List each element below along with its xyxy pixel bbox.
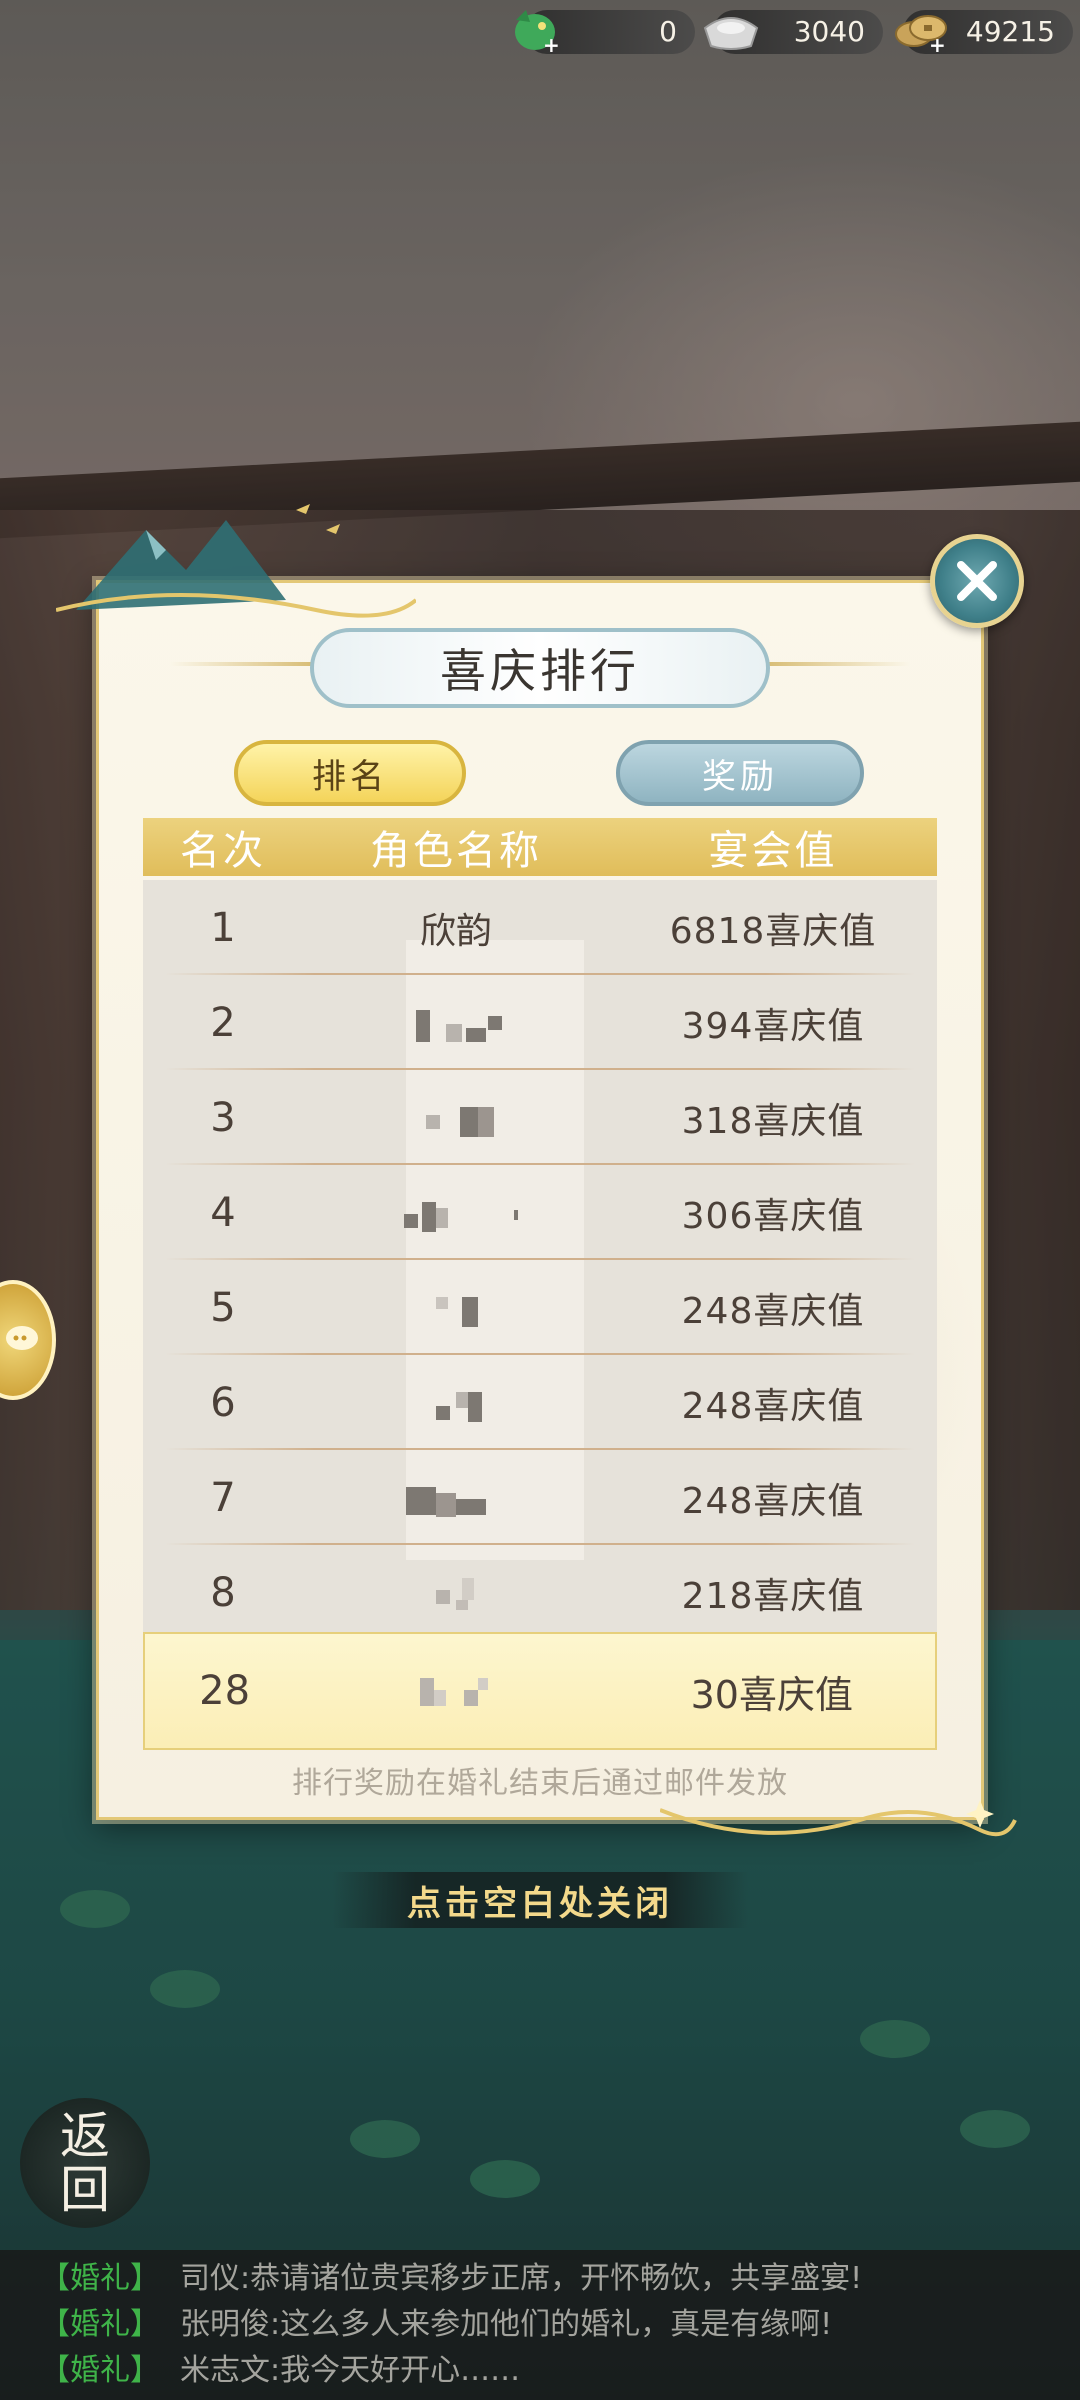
row-festive-value: 248喜庆值: [681, 1480, 865, 1522]
table-row[interactable]: 6 248喜庆值: [143, 1355, 937, 1450]
row-player-name-redacted: [303, 1070, 609, 1165]
close-icon: [957, 561, 997, 601]
chat-message: 【婚礼】 米志文:我今天好开心……: [40, 2348, 1080, 2394]
title-ornament-left: [170, 662, 320, 666]
chat-speaker: 米志文:: [180, 2353, 281, 2388]
resource-silver-value: 3040: [793, 15, 865, 48]
row-player-name-redacted: [303, 1450, 609, 1545]
row-player-name-redacted: [303, 1545, 609, 1632]
panel-title: 喜庆排行: [310, 628, 770, 708]
row-player-name-redacted: [303, 1165, 609, 1260]
my-rank: 28: [199, 1668, 251, 1714]
table-row[interactable]: 5 248喜庆值: [143, 1260, 937, 1355]
chat-speaker: 司仪:: [180, 2261, 251, 2296]
tab-ranking[interactable]: 排名: [234, 740, 466, 806]
ranking-list[interactable]: 1 欣韵 6818喜庆值 2 394喜庆值 3 318喜庆值 4 306喜庆值 …: [143, 880, 937, 1632]
row-festive-value: 248喜庆值: [681, 1385, 865, 1427]
cloud-ornament-icon: [660, 1800, 1017, 1837]
table-row[interactable]: 2 394喜庆值: [143, 975, 937, 1070]
table-row[interactable]: 8 218喜庆值: [143, 1545, 937, 1632]
row-festive-value: 218喜庆值: [681, 1575, 865, 1617]
add-icon: +: [929, 33, 946, 57]
table-row[interactable]: 4 306喜庆值: [143, 1165, 937, 1260]
back-label-line2: 回: [60, 2161, 110, 2219]
chat-text: 恭请诸位贵宾移步正席，开怀畅饮，共享盛宴!: [250, 2261, 863, 2296]
ranking-table-header: 名次 角色名称 宴会值: [143, 818, 937, 876]
row-player-name: 欣韵: [419, 910, 492, 952]
column-header-name: 角色名称: [370, 828, 542, 874]
chat-log[interactable]: 【婚礼】 司仪:恭请诸位贵宾移步正席，开怀畅饮，共享盛宴! 【婚礼】 张明俊:这么多…: [0, 2250, 1080, 2400]
my-festive-value: 30喜庆值: [690, 1672, 853, 1717]
row-player-name-redacted: [303, 975, 609, 1070]
row-rank: 2: [210, 999, 236, 1046]
row-rank: 1: [210, 904, 236, 951]
resource-bar: 0 + 3040 49215 +: [505, 6, 1080, 56]
row-rank: 8: [210, 1569, 236, 1616]
dragon-icon: +: [505, 6, 565, 58]
row-player-name-redacted: [303, 1355, 609, 1450]
add-icon: +: [543, 33, 560, 57]
chat-speaker: 张明俊:: [180, 2307, 281, 2342]
column-header-value: 宴会值: [708, 828, 838, 874]
silver-ingot-icon: [701, 6, 761, 58]
chat-text: 我今天好开心……: [280, 2353, 521, 2388]
mountain-ornament-icon: [56, 504, 416, 618]
back-button[interactable]: 返 回: [20, 2098, 150, 2228]
chat-message: 【婚礼】 司仪:恭请诸位贵宾移步正席，开怀畅饮，共享盛宴!: [40, 2256, 1080, 2302]
row-festive-value: 394喜庆值: [681, 1005, 865, 1047]
tab-rewards[interactable]: 奖励: [616, 740, 864, 806]
table-row[interactable]: 7 248喜庆值: [143, 1450, 937, 1545]
resource-dragon-value: 0: [659, 15, 677, 48]
row-rank: 6: [210, 1379, 236, 1426]
chat-channel-tag: 【婚礼】: [40, 2307, 160, 2342]
close-button[interactable]: [930, 534, 1024, 628]
my-player-name-redacted: [304, 1666, 608, 1716]
table-row[interactable]: 3 318喜庆值: [143, 1070, 937, 1165]
row-rank: 7: [210, 1474, 236, 1521]
speech-bubble-icon: [6, 1326, 38, 1350]
chat-channel-tag: 【婚礼】: [40, 2261, 160, 2296]
chat-message: 【婚礼】 张明俊:这么多人来参加他们的婚礼，真是有缘啊!: [40, 2302, 1080, 2348]
column-header-rank: 名次: [180, 828, 266, 874]
back-label-line1: 返: [60, 2107, 110, 2165]
row-festive-value: 248喜庆值: [681, 1290, 865, 1332]
table-row[interactable]: 1 欣韵 6818喜庆值: [143, 880, 937, 975]
title-ornament-right: [760, 662, 910, 666]
row-rank: 3: [210, 1094, 236, 1141]
copper-coins-icon: +: [891, 6, 951, 58]
tap-to-close-hint[interactable]: 点击空白处关闭: [332, 1872, 748, 1928]
row-player-name-redacted: [303, 1260, 609, 1355]
resource-copper-value: 49215: [965, 15, 1055, 48]
row-rank: 4: [210, 1189, 236, 1236]
chat-channel-tag: 【婚礼】: [40, 2353, 160, 2388]
row-festive-value: 306喜庆值: [681, 1195, 865, 1237]
row-festive-value: 318喜庆值: [681, 1100, 865, 1142]
chat-text: 这么多人来参加他们的婚礼，真是有缘啊!: [280, 2307, 833, 2342]
my-ranking-row[interactable]: 28 30喜庆值: [143, 1632, 937, 1750]
row-rank: 5: [210, 1284, 236, 1331]
row-festive-value: 6818喜庆值: [669, 910, 877, 952]
